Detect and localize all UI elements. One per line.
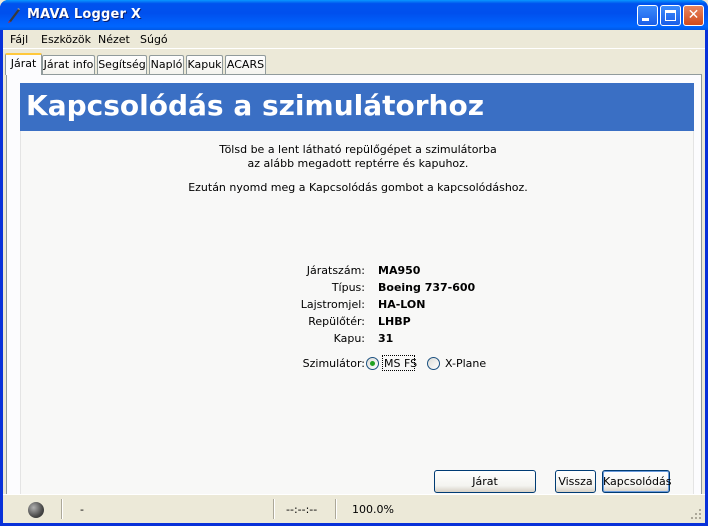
- msfs-radio-label[interactable]: MS FS: [384, 357, 417, 370]
- tab-acars[interactable]: ACARS: [225, 55, 266, 74]
- aircraft-type-value: Boeing 737-600: [378, 281, 476, 294]
- back-button[interactable]: Vissza: [555, 470, 596, 493]
- registration-value: HA-LON: [378, 298, 426, 311]
- airport-value: LHBP: [378, 315, 411, 328]
- app-window: MAVA Logger X ✕ Fájl Eszközök Nézet Súgó…: [0, 0, 708, 526]
- status-bar: - --:--:-- 100.0%: [3, 494, 705, 523]
- instruction-line-3: Ezután nyomd meg a Kapcsolódás gombot a …: [188, 181, 528, 194]
- menu-file[interactable]: Fájl: [10, 33, 28, 46]
- connect-button[interactable]: Kapcsolódás: [602, 470, 672, 493]
- flight-number-value: MA950: [378, 264, 421, 277]
- xplane-radio[interactable]: [427, 357, 440, 370]
- instruction-line-2: az alább megadott reptérre és kapuhoz.: [247, 157, 469, 170]
- tab-log[interactable]: Napló: [149, 55, 184, 74]
- menu-view[interactable]: Nézet: [98, 33, 130, 46]
- window-title: MAVA Logger X: [27, 7, 142, 22]
- tab-flight-info[interactable]: Járat info: [42, 55, 95, 74]
- tab-gates[interactable]: Kapuk: [186, 55, 223, 74]
- maximize-button[interactable]: [660, 5, 681, 26]
- status-time: --:--:--: [286, 503, 318, 516]
- aircraft-type-label: Típus:: [331, 281, 365, 294]
- status-text: -: [80, 503, 84, 516]
- status-separator: [335, 499, 337, 519]
- connection-status-indicator-icon: [28, 502, 44, 518]
- flight-tab-panel: Kapcsolódás a szimulátorhoz Tölsd be a l…: [6, 74, 702, 515]
- close-icon: ✕: [687, 7, 700, 23]
- app-logo-icon: [8, 8, 20, 23]
- client-area: Fájl Eszközök Nézet Súgó Járat Járat inf…: [3, 30, 705, 523]
- menu-bar: Fájl Eszközök Nézet Súgó: [3, 30, 705, 49]
- status-zoom: 100.0%: [352, 503, 394, 516]
- tab-flight[interactable]: Járat: [5, 53, 42, 75]
- menu-help[interactable]: Súgó: [140, 33, 168, 46]
- xplane-radio-label[interactable]: X-Plane: [445, 357, 486, 370]
- header-banner: Kapcsolódás a szimulátorhoz: [20, 83, 694, 131]
- airport-label: Repülőtér:: [308, 315, 365, 328]
- minimize-icon: [642, 18, 649, 21]
- minimize-button[interactable]: [637, 5, 658, 26]
- status-separator: [61, 499, 63, 519]
- msfs-radio[interactable]: [366, 357, 379, 370]
- simulator-label: Szimulátor:: [302, 357, 365, 370]
- flight-number-label: Járatszám:: [306, 264, 365, 277]
- instruction-line-1: Tölsd be a lent látható repülőgépet a sz…: [219, 143, 497, 156]
- close-button[interactable]: ✕: [683, 5, 704, 26]
- title-bar[interactable]: MAVA Logger X ✕: [0, 0, 708, 30]
- radio-selected-dot: [370, 361, 375, 366]
- status-separator: [273, 499, 275, 519]
- registration-label: Lajstromjel:: [300, 298, 365, 311]
- menu-tools[interactable]: Eszközök: [41, 33, 91, 46]
- page-title: Kapcsolódás a szimulátorhoz: [26, 89, 485, 122]
- gate-value: 31: [378, 332, 394, 345]
- tab-help[interactable]: Segítség: [97, 55, 147, 74]
- maximize-icon: [665, 10, 676, 21]
- abort-flight-button[interactable]: Járat megszakítása: [434, 470, 536, 509]
- gate-label: Kapu:: [333, 332, 365, 345]
- connection-panel: Tölsd be a lent látható repülőgépet a sz…: [20, 131, 694, 509]
- tab-strip: Járat Járat info Segítség Napló Kapuk AC…: [3, 53, 705, 75]
- resize-grip-icon[interactable]: [690, 508, 702, 520]
